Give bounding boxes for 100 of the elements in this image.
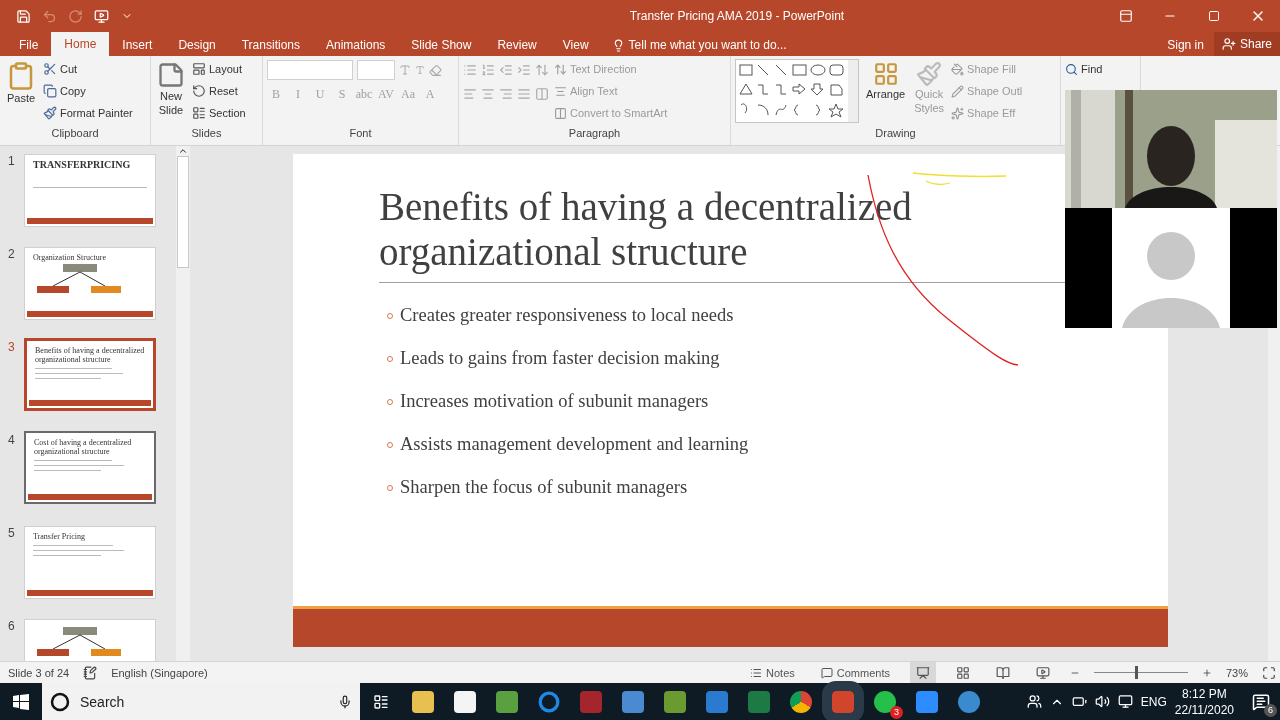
font-name-field[interactable] bbox=[267, 60, 353, 80]
clipboard-button[interactable]: Copy bbox=[43, 81, 133, 101]
notes-button[interactable]: Notes bbox=[744, 662, 801, 683]
copy-icon bbox=[43, 84, 57, 98]
grow-font-icon bbox=[399, 64, 411, 76]
language-label: English (Singapore) bbox=[111, 666, 208, 679]
slide-number: 4 bbox=[8, 433, 16, 449]
arrange-button[interactable]: Arrange bbox=[864, 59, 908, 127]
bullet-text: Sharpen the focus of subunit managers bbox=[400, 477, 688, 498]
quick-styles-button[interactable]: Quick Styles bbox=[912, 59, 947, 127]
clipboard-button[interactable]: Cut bbox=[43, 59, 133, 79]
ribbon-tab[interactable]: Animations bbox=[313, 34, 399, 56]
zoom-percent[interactable]: 73% bbox=[1225, 666, 1248, 679]
people-icon bbox=[1026, 694, 1042, 709]
comment-icon bbox=[820, 666, 833, 679]
cortana-icon bbox=[50, 691, 70, 712]
thumbnail-title: Organization Structure bbox=[33, 253, 107, 262]
paintbrush-icon bbox=[43, 106, 57, 120]
reset-icon bbox=[192, 84, 206, 98]
thumbnail-title: TRANSFERPRICING bbox=[33, 160, 132, 169]
ribbon-tab[interactable]: Insert bbox=[109, 34, 166, 56]
taskbar-search[interactable]: Search bbox=[42, 683, 360, 720]
slide-thumbnail[interactable]: TRANSFERPRICING bbox=[24, 154, 156, 227]
slides-button[interactable]: Section bbox=[192, 103, 246, 123]
comments-button[interactable]: Comments bbox=[814, 662, 896, 683]
line-spacing-icon bbox=[535, 63, 549, 77]
bullet-text: Leads to gains from faster decision making bbox=[400, 348, 720, 369]
slide-thumbnail[interactable]: Cost of having a decentralized organizational structure bbox=[24, 431, 156, 504]
volume-icon bbox=[1094, 694, 1110, 709]
ribbon-tab[interactable]: Design bbox=[165, 34, 229, 56]
arrange-icon bbox=[872, 61, 899, 87]
shrink-font-icon bbox=[415, 65, 425, 75]
clipboard-button[interactable]: Format Painter bbox=[43, 103, 133, 123]
slide-thumbnail[interactable]: Organization Structure bbox=[24, 247, 156, 320]
paint-bucket-icon bbox=[951, 62, 965, 76]
smartart-icon bbox=[554, 106, 567, 120]
zoom-in-icon bbox=[1201, 667, 1212, 678]
window-title: Transfer Pricing AMA 2019 - PowerPoint bbox=[628, 9, 846, 23]
bullet-text: Increases motivation of subunit managers bbox=[400, 391, 709, 412]
action-center-icon bbox=[1252, 692, 1270, 711]
spelling-icon bbox=[83, 665, 98, 680]
columns-icon bbox=[535, 87, 549, 101]
align-center-icon bbox=[481, 87, 495, 101]
scroll-thumb[interactable] bbox=[177, 156, 189, 268]
layout-icon bbox=[192, 62, 206, 76]
battery-icon bbox=[1071, 694, 1087, 709]
font-size-field[interactable] bbox=[357, 60, 395, 80]
group-label: Font bbox=[348, 127, 373, 141]
new-slide-button[interactable]: New Slide bbox=[155, 59, 187, 127]
share-button[interactable]: Share bbox=[1213, 32, 1280, 56]
sparkle-icon bbox=[951, 106, 965, 120]
decrease-indent-icon bbox=[499, 63, 513, 77]
scissors-icon bbox=[43, 62, 57, 76]
ribbon-display-icon bbox=[1119, 9, 1133, 23]
ribbon-tab[interactable]: Review bbox=[484, 34, 550, 56]
paste-button[interactable]: Paste bbox=[4, 59, 38, 127]
find-button[interactable]: Find bbox=[1065, 59, 1103, 79]
bullet-text: Creates greater responsiveness to local needs bbox=[400, 305, 734, 326]
slide-number: 5 bbox=[8, 526, 16, 542]
text-direction-icon bbox=[554, 62, 567, 76]
clock[interactable]: 8:12 PM 22/11/2020 bbox=[1174, 685, 1234, 718]
task-view-glyph-icon bbox=[373, 693, 389, 710]
microphone-icon bbox=[338, 694, 352, 709]
slide-thumbnail[interactable]: Transfer Pricing bbox=[24, 526, 156, 599]
scrollbar[interactable] bbox=[176, 146, 190, 661]
section-icon bbox=[192, 106, 206, 120]
eraser-icon bbox=[429, 63, 442, 77]
notes-icon bbox=[750, 666, 763, 679]
thumbnail-title: Cost of having a decentralized organizational structure bbox=[34, 438, 133, 456]
group-label: Clipboard bbox=[50, 127, 100, 141]
shapes-gallery[interactable] bbox=[735, 59, 859, 123]
undo-icon bbox=[41, 8, 57, 24]
increase-indent-icon bbox=[517, 63, 531, 77]
ribbon-tab[interactable]: Slide Show bbox=[398, 34, 485, 56]
redo-icon bbox=[67, 8, 83, 24]
fit-slide-icon bbox=[1262, 665, 1276, 680]
ribbon-tab[interactable]: Home bbox=[51, 32, 110, 56]
slide-number: 2 bbox=[8, 247, 16, 263]
ribbon-tab[interactable]: View bbox=[549, 34, 602, 56]
paintbrush-icon bbox=[916, 61, 943, 87]
input-language[interactable]: ENG bbox=[1140, 694, 1167, 709]
slide-counter: Slide 3 of 24 bbox=[8, 666, 70, 679]
zoom-thumb[interactable] bbox=[1135, 666, 1139, 679]
slide-number: 6 bbox=[8, 619, 16, 635]
slides-button[interactable]: Layout bbox=[192, 59, 246, 79]
thumbnail-title: Transfer Pricing bbox=[33, 532, 86, 541]
slides-button[interactable]: Reset bbox=[192, 81, 246, 101]
browser-icon[interactable] bbox=[538, 690, 560, 713]
normal-view-icon bbox=[915, 665, 930, 680]
save-icon bbox=[15, 8, 31, 24]
slide-thumbnail[interactable]: Benefits of having a decentralized organizational structure bbox=[24, 338, 156, 411]
slide-number: 3 bbox=[8, 340, 16, 356]
justify-icon bbox=[517, 87, 531, 101]
ribbon-tab[interactable]: Transitions bbox=[228, 34, 313, 56]
align-text-icon bbox=[554, 84, 567, 98]
sign-in-link[interactable]: Sign in bbox=[1167, 34, 1204, 56]
paragraph-button[interactable]: Convert to SmartArt bbox=[554, 103, 668, 123]
ribbon-tab[interactable]: File bbox=[6, 34, 52, 56]
tell-me-field[interactable]: Tell me what you want to do... bbox=[611, 34, 787, 56]
normal-view-button[interactable] bbox=[909, 662, 936, 683]
